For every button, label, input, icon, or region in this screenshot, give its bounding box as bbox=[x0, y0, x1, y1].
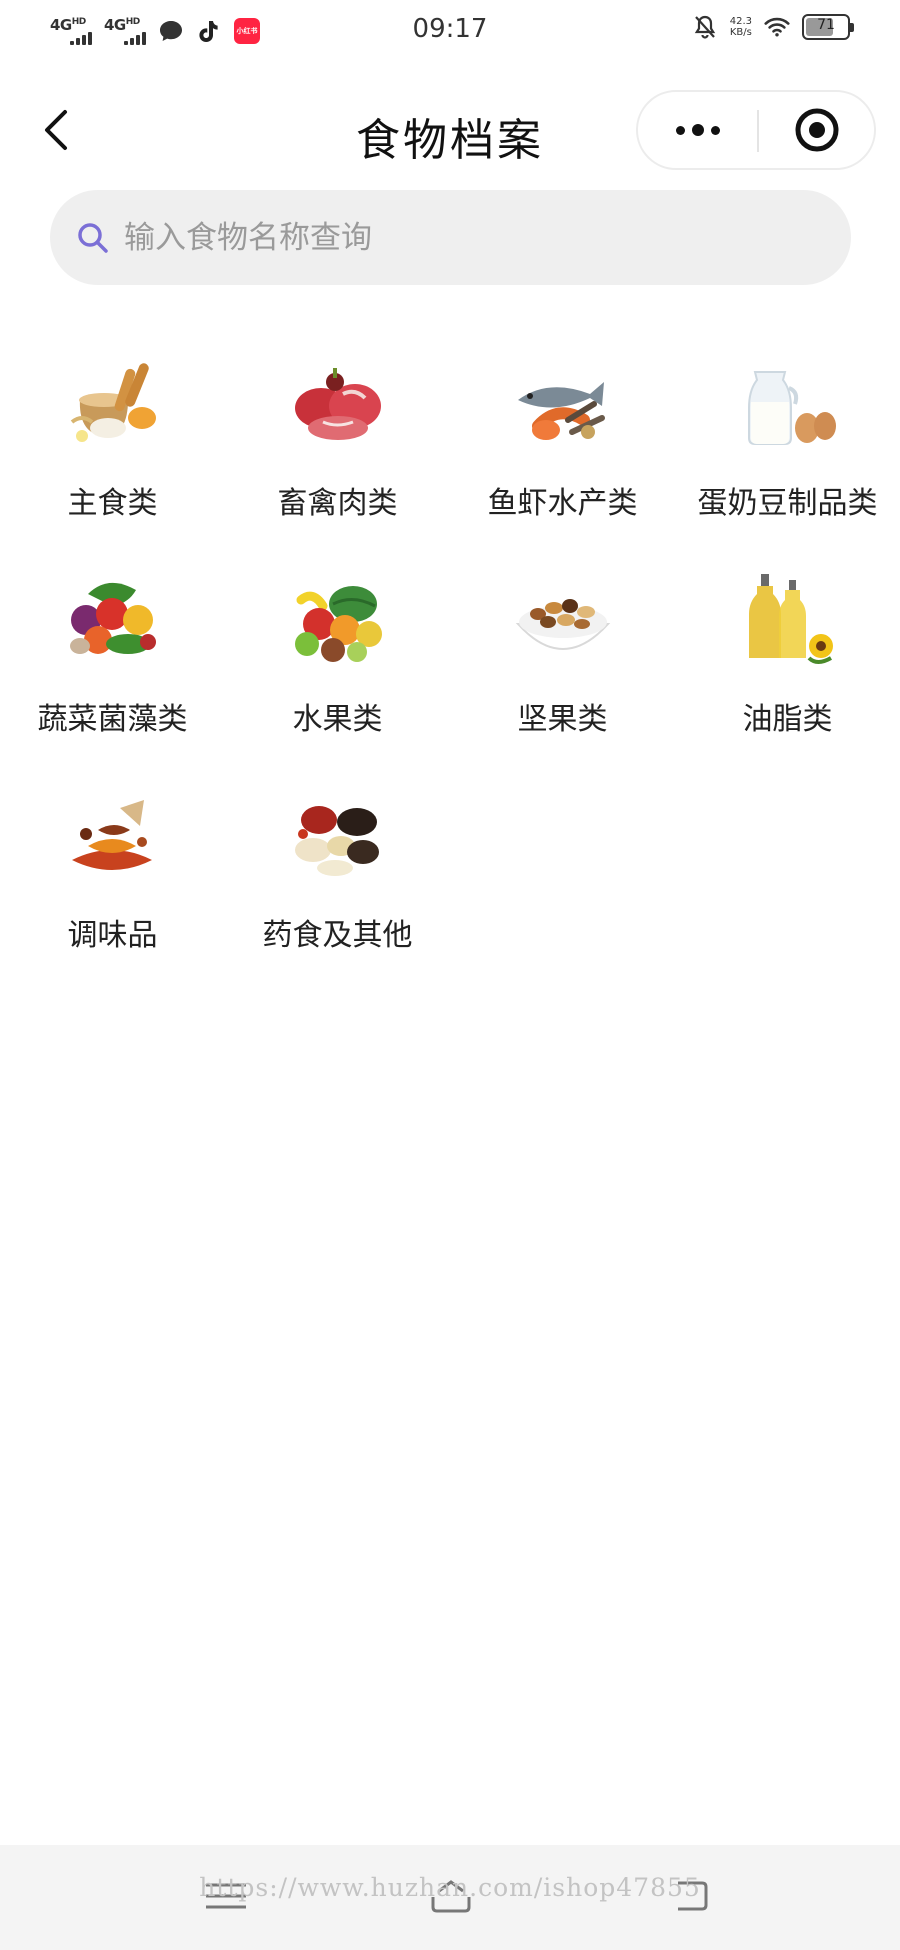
oil-icon bbox=[748, 574, 833, 664]
category-label: 调味品 bbox=[67, 918, 158, 953]
network-speed-unit: KB/s bbox=[729, 27, 752, 38]
category-row: 蔬菜菌藻类 水果类 坚果类 油脂类 bbox=[0, 564, 900, 780]
bell-off-icon bbox=[692, 14, 718, 40]
category-meat[interactable]: 畜禽肉类 bbox=[225, 348, 450, 564]
category-staple-food[interactable]: 主食类 bbox=[0, 348, 225, 564]
category-grid: 主食类 畜禽肉类 鱼虾水产类 蛋奶豆制品类 蔬菜菌藻类 水果类 坚果类 油脂类 … bbox=[0, 348, 900, 996]
network-speed: 42.3 KB/s bbox=[730, 16, 752, 38]
category-label: 蛋奶豆制品类 bbox=[697, 486, 878, 521]
vegetable-icon bbox=[69, 582, 156, 654]
fruit-icon bbox=[294, 586, 382, 662]
close-mini-program-button[interactable] bbox=[758, 92, 876, 168]
category-nut[interactable]: 坚果类 bbox=[450, 564, 675, 780]
battery-icon: 71 bbox=[802, 14, 854, 40]
search-bar[interactable] bbox=[50, 190, 851, 285]
category-label: 畜禽肉类 bbox=[277, 486, 398, 521]
category-seafood[interactable]: 鱼虾水产类 bbox=[450, 348, 675, 564]
seafood-icon bbox=[517, 382, 605, 440]
category-fruit[interactable]: 水果类 bbox=[225, 564, 450, 780]
status-bar: 4GHD 4GHD 小红书 09:17 42.3 KB/s 71 bbox=[0, 0, 900, 66]
battery-percent: 71 bbox=[817, 17, 835, 33]
food-archive-page: 4GHD 4GHD 小红书 09:17 42.3 KB/s 71 食物档案 输入… bbox=[0, 0, 900, 1950]
nav-bar: 食物档案 bbox=[0, 80, 900, 180]
category-label: 蔬菜菌藻类 bbox=[37, 702, 188, 737]
category-label: 药食及其他 bbox=[262, 918, 413, 953]
mini-program-capsule bbox=[636, 90, 876, 170]
category-label: 主食类 bbox=[67, 486, 158, 521]
wifi-icon bbox=[764, 14, 790, 40]
category-oil[interactable]: 油脂类 bbox=[675, 564, 900, 780]
watermark-text: https://www.huzhan.com/ishop47855 bbox=[199, 1873, 701, 1902]
egg-milk-icon bbox=[747, 371, 836, 445]
category-label: 坚果类 bbox=[517, 702, 608, 737]
category-label: 油脂类 bbox=[742, 702, 833, 737]
category-vegetable[interactable]: 蔬菜菌藻类 bbox=[0, 564, 225, 780]
more-button[interactable] bbox=[638, 92, 758, 168]
category-spice[interactable]: 调味品 bbox=[0, 780, 225, 996]
staple-food-icon bbox=[70, 363, 156, 442]
meat-icon bbox=[294, 368, 381, 440]
system-navigation-bar: https://www.huzhan.com/ishop47855 bbox=[0, 1845, 900, 1950]
category-label: 水果类 bbox=[292, 702, 383, 737]
status-right-group: 42.3 KB/s 71 bbox=[692, 14, 854, 40]
herb-icon bbox=[294, 806, 379, 876]
close-target-icon bbox=[795, 108, 839, 152]
nut-icon bbox=[515, 599, 610, 650]
spice-icon bbox=[71, 800, 152, 870]
network-speed-value: 42.3 bbox=[729, 16, 752, 27]
search-icon bbox=[70, 215, 116, 261]
category-herb[interactable]: 药食及其他 bbox=[225, 780, 450, 996]
category-row: 主食类 畜禽肉类 鱼虾水产类 蛋奶豆制品类 bbox=[0, 348, 900, 564]
category-label: 鱼虾水产类 bbox=[487, 486, 638, 521]
category-row: 调味品 药食及其他 bbox=[0, 780, 900, 996]
more-dots-icon bbox=[676, 124, 720, 136]
category-egg-milk[interactable]: 蛋奶豆制品类 bbox=[675, 348, 900, 564]
search-input[interactable] bbox=[124, 219, 804, 256]
